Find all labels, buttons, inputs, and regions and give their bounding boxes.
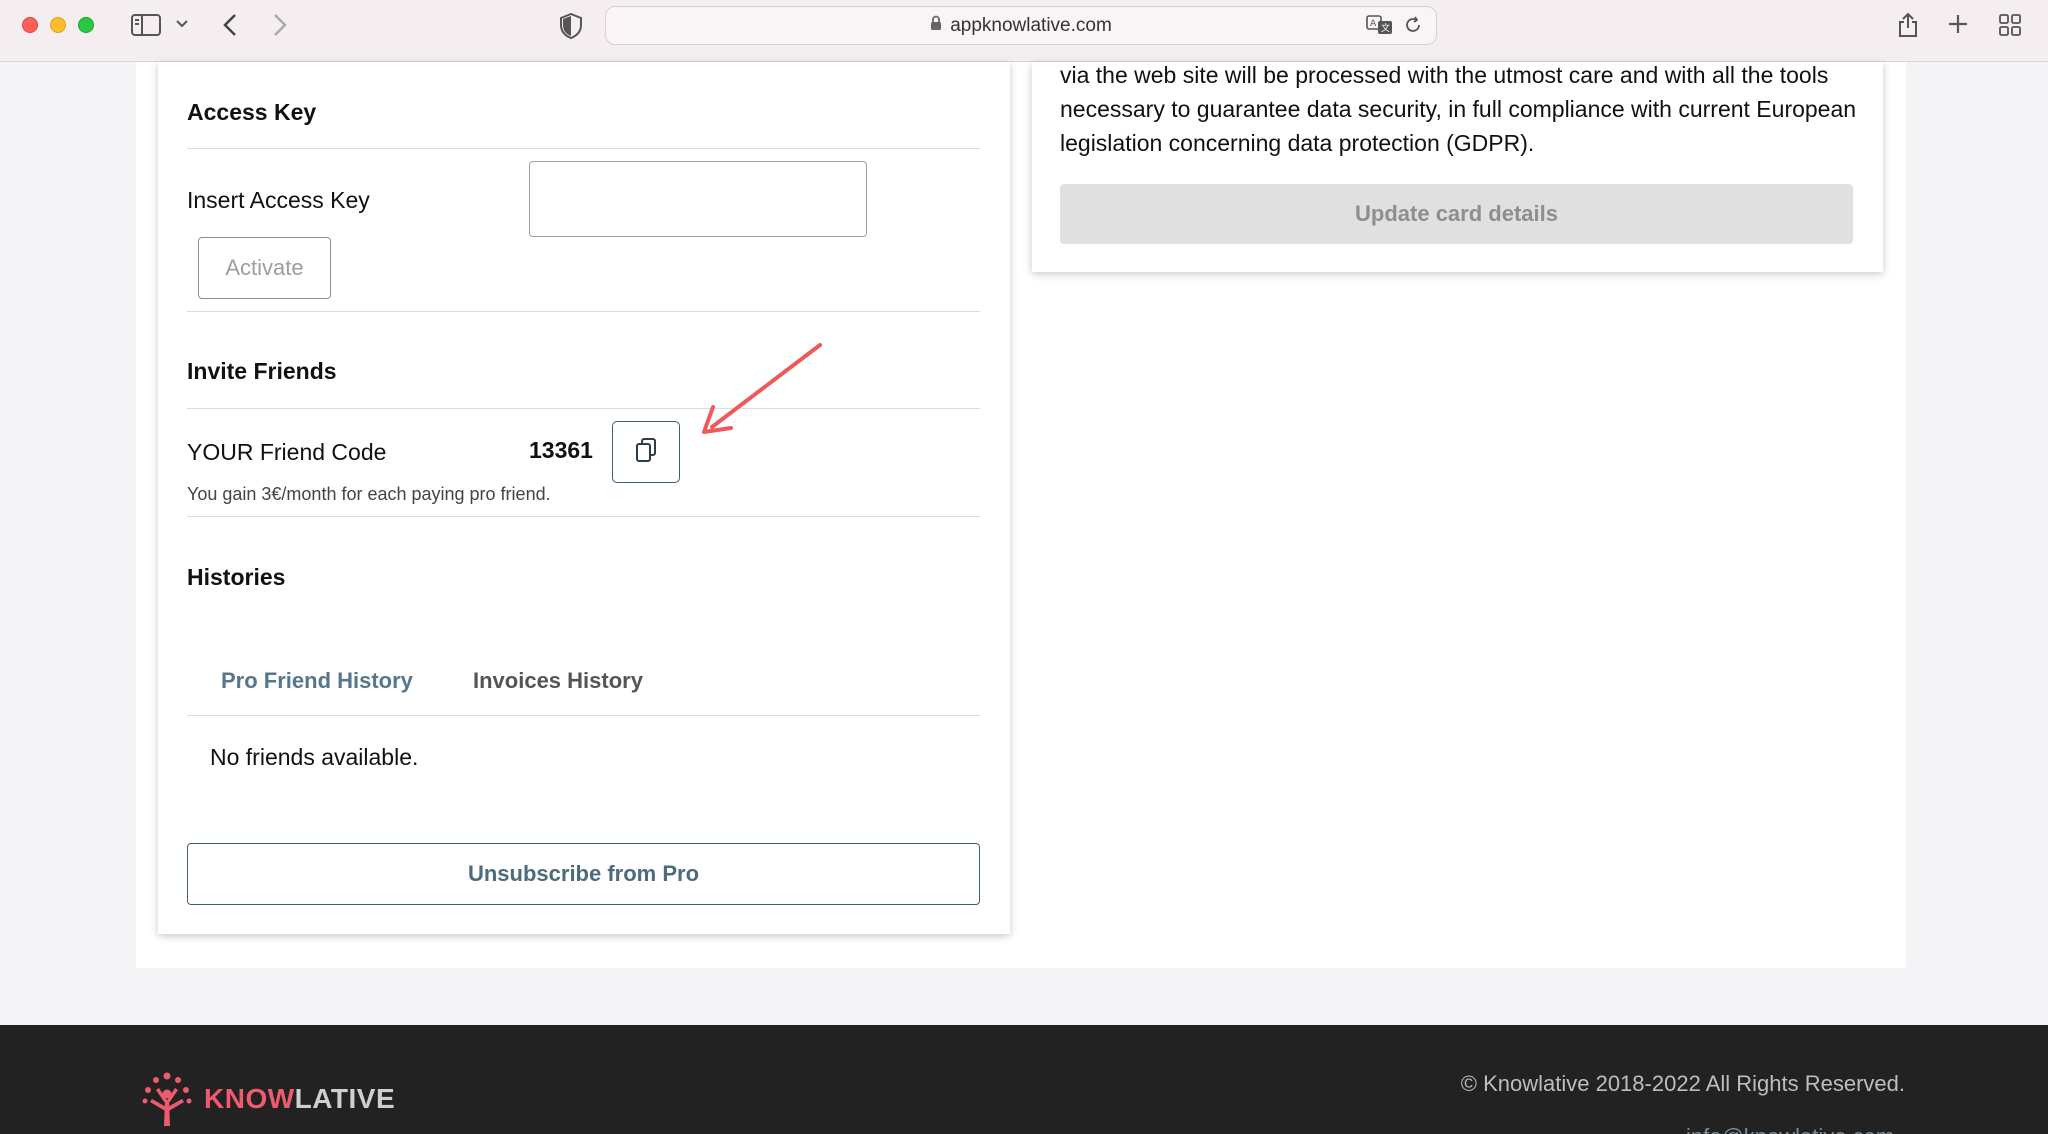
- reload-icon[interactable]: [1404, 16, 1422, 39]
- divider: [187, 408, 980, 409]
- friend-code-hint: You gain 3€/month for each paying pro fr…: [187, 484, 551, 504]
- invite-friends-title: Invite Friends: [187, 358, 337, 384]
- sidebar-icon[interactable]: [131, 14, 161, 36]
- knowlative-logo[interactable]: KNOWLATIVE: [136, 1068, 395, 1130]
- gdpr-notice: via the web site will be processed with …: [1060, 62, 1857, 156]
- svg-text:A: A: [1370, 19, 1377, 29]
- divider: [187, 516, 980, 517]
- new-tab-icon[interactable]: [1948, 14, 1968, 34]
- empty-history-message: No friends available.: [210, 744, 419, 770]
- lock-icon: [930, 15, 942, 37]
- copy-icon: [636, 437, 656, 467]
- tab-invoices-history[interactable]: Invoices History: [473, 668, 643, 694]
- privacy-shield-icon[interactable]: [560, 13, 582, 39]
- address-bar[interactable]: appknowlative.com A文: [605, 6, 1437, 45]
- access-key-label: Insert Access Key: [187, 187, 370, 213]
- histories-title: Histories: [187, 564, 286, 590]
- svg-text:文: 文: [1381, 22, 1390, 34]
- divider: [187, 148, 980, 149]
- logo-text-know: KNOW: [204, 1083, 295, 1114]
- activate-button[interactable]: Activate: [198, 237, 331, 299]
- contact-email-link[interactable]: info@knowlative.com: [1686, 1124, 1894, 1134]
- url-text: appknowlative.com: [950, 14, 1112, 36]
- browser-toolbar: appknowlative.com A文: [0, 0, 2048, 62]
- annotation-arrow-icon: [702, 343, 822, 434]
- access-key-title: Access Key: [187, 99, 317, 125]
- copyright-text: © Knowlative 2018-2022 All Rights Reserv…: [1460, 1071, 1905, 1096]
- copy-code-button[interactable]: [612, 421, 680, 483]
- zoom-window-button[interactable]: [78, 17, 94, 33]
- unsubscribe-button[interactable]: Unsubscribe from Pro: [187, 843, 980, 905]
- friend-code-label: YOUR Friend Code: [187, 439, 387, 465]
- chevron-down-icon[interactable]: [176, 19, 188, 29]
- access-key-input[interactable]: [529, 161, 867, 237]
- translate-icon[interactable]: A文: [1366, 15, 1394, 40]
- forward-arrow-icon[interactable]: [272, 13, 288, 37]
- divider: [187, 311, 980, 312]
- friend-code-value: 13361: [529, 437, 593, 463]
- minimize-window-button[interactable]: [50, 17, 66, 33]
- tabs-divider: [187, 715, 980, 716]
- tab-pro-friend-history[interactable]: Pro Friend History: [221, 668, 413, 694]
- logo-tree-icon: [142, 1072, 192, 1126]
- tab-overview-icon[interactable]: [1999, 14, 2021, 36]
- logo-text-lative: LATIVE: [294, 1083, 396, 1114]
- back-arrow-icon[interactable]: [222, 13, 238, 37]
- update-card-button[interactable]: Update card details: [1060, 184, 1853, 244]
- close-window-button[interactable]: [22, 17, 38, 33]
- share-icon[interactable]: [1897, 10, 1919, 38]
